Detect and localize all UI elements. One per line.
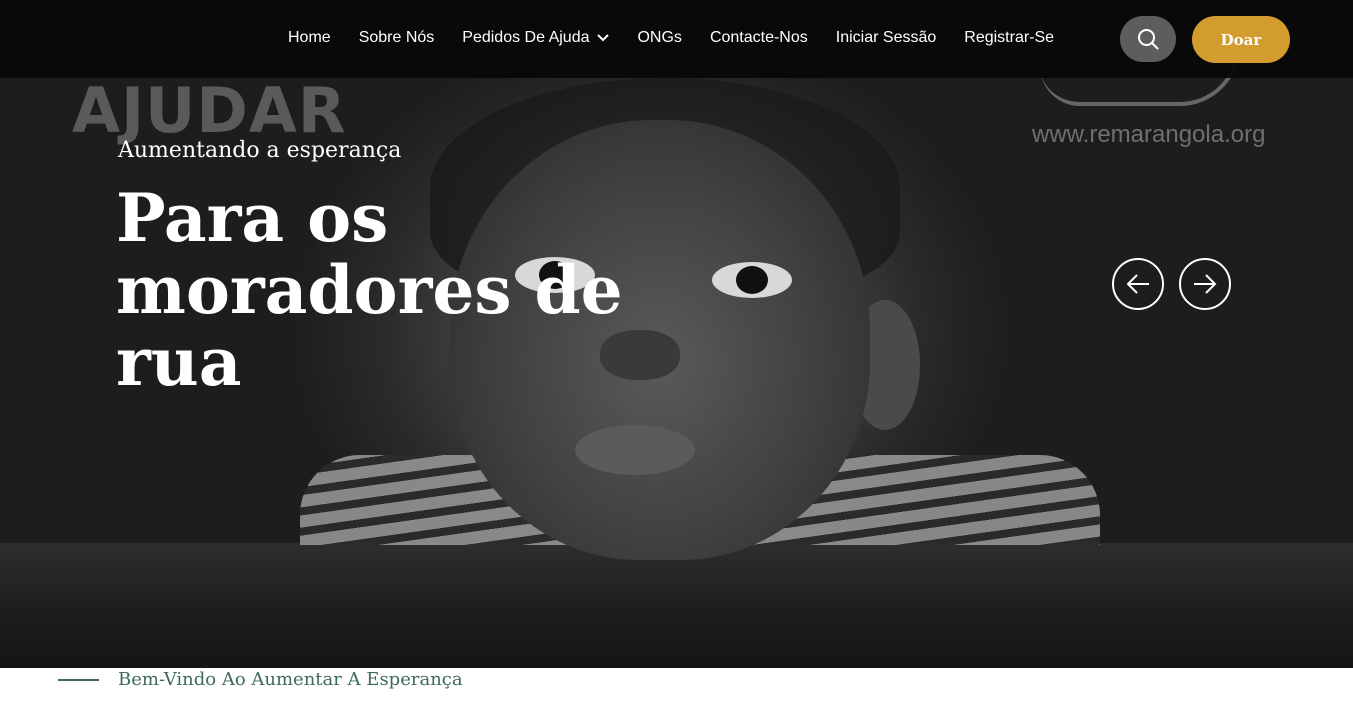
nav-item-label: Registrar-Se — [964, 29, 1055, 46]
nav-item-contacte-nos[interactable]: Contacte-Nos — [710, 29, 808, 47]
search-icon — [1138, 29, 1159, 50]
search-button[interactable] — [1120, 16, 1176, 62]
nav-item-pedidos-de-ajuda[interactable]: Pedidos De Ajuda — [462, 29, 610, 47]
nav-item-ongs[interactable]: ONGs — [637, 29, 681, 47]
nav-item-label: ONGs — [637, 29, 682, 46]
welcome-heading: Bem-Vindo Ao Aumentar A Esperança — [118, 669, 463, 690]
arrow-right-icon — [1194, 274, 1217, 294]
top-navbar: Home Sobre Nós Pedidos De Ajuda ONGs Con… — [0, 0, 1353, 78]
nav-item-label: Home — [288, 29, 331, 46]
hero-photo-mouth — [575, 425, 695, 475]
photo-watermark-url: www.remarangola.org — [1032, 121, 1266, 148]
nav-item-home[interactable]: Home — [288, 29, 331, 47]
nav-item-label: Contacte-Nos — [709, 29, 808, 46]
donate-button[interactable]: Doar — [1192, 16, 1290, 63]
nav-item-label: Pedidos De Ajuda — [462, 29, 590, 46]
nav-menu: Home Sobre Nós Pedidos De Ajuda ONGs Con… — [288, 29, 1082, 47]
hero-photo-table — [0, 543, 1353, 668]
photo-watermark-left: AJUDAR — [72, 74, 347, 147]
nav-item-sobre-nos[interactable]: Sobre Nós — [359, 29, 435, 47]
hero-banner: AJUDAR www.remarangola.org Aumentando a … — [0, 0, 1353, 668]
slider-prev-button[interactable] — [1112, 258, 1164, 310]
welcome-divider — [58, 679, 99, 681]
slider-next-button[interactable] — [1179, 258, 1231, 310]
hero-photo-eye-right — [712, 262, 792, 298]
nav-item-iniciar-sessao[interactable]: Iniciar Sessão — [836, 29, 937, 47]
hero-title: Para os moradores de rua — [116, 179, 623, 401]
nav-item-registrar-se[interactable]: Registrar-Se — [964, 29, 1054, 47]
nav-item-label: Iniciar Sessão — [835, 29, 937, 46]
arrow-left-icon — [1126, 274, 1149, 294]
chevron-down-icon — [597, 29, 610, 47]
hero-subtitle: Aumentando a esperança — [118, 138, 402, 163]
nav-item-label: Sobre Nós — [358, 29, 435, 46]
